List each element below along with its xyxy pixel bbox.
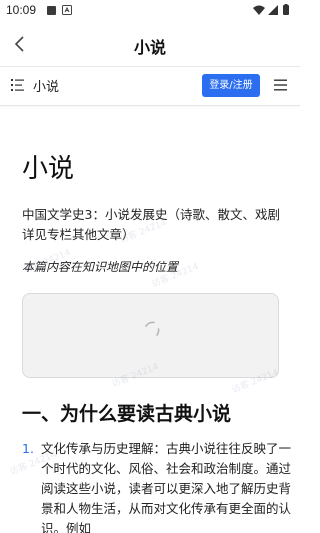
list-item-text: 文化传承与历史理解：古典小说往往反映了一个时代的文化、风俗、社会和政治制度。通过…	[41, 441, 292, 533]
signal-icon	[268, 5, 278, 15]
section-heading: 一、为什么要读古典小说	[22, 403, 232, 425]
site-label[interactable]: 小说	[33, 76, 59, 95]
status-indicators	[253, 4, 289, 15]
status-time: 10:09	[6, 3, 37, 17]
article-content: 小说 中国文学史3：小说发展史（诗歌、散文、戏剧详见专栏其他文章） 本篇内容在知…	[0, 106, 300, 533]
knowledge-map-caption: 本篇内容在知识地图中的位置	[22, 260, 179, 274]
knowledge-map-frame[interactable]	[22, 293, 279, 378]
loading-spinner-icon	[145, 321, 160, 336]
notification-icon	[47, 6, 56, 15]
app-title-bar: 小说	[0, 22, 300, 67]
status-bar: 10:09	[0, 0, 300, 22]
wifi-icon	[253, 5, 265, 15]
list-item-number: 1.	[22, 441, 34, 456]
article-subtitle: 中国文学史3：小说发展史（诗歌、散文、戏剧详见专栏其他文章）	[22, 207, 280, 242]
hamburger-menu-icon[interactable]	[274, 79, 287, 91]
app-notification-icon	[62, 5, 72, 15]
article-title: 小说	[22, 154, 75, 184]
login-register-button[interactable]: 登录/注册	[202, 74, 260, 97]
page-title: 小说	[133, 38, 166, 57]
screen: 10:09 小说 小说 登录/注册 小说 中国文学史3：小说发展史（诗歌、散文、…	[0, 0, 300, 533]
site-header: 小说 登录/注册	[0, 67, 300, 106]
battery-icon	[283, 4, 289, 15]
table-of-contents-icon[interactable]	[10, 77, 26, 93]
